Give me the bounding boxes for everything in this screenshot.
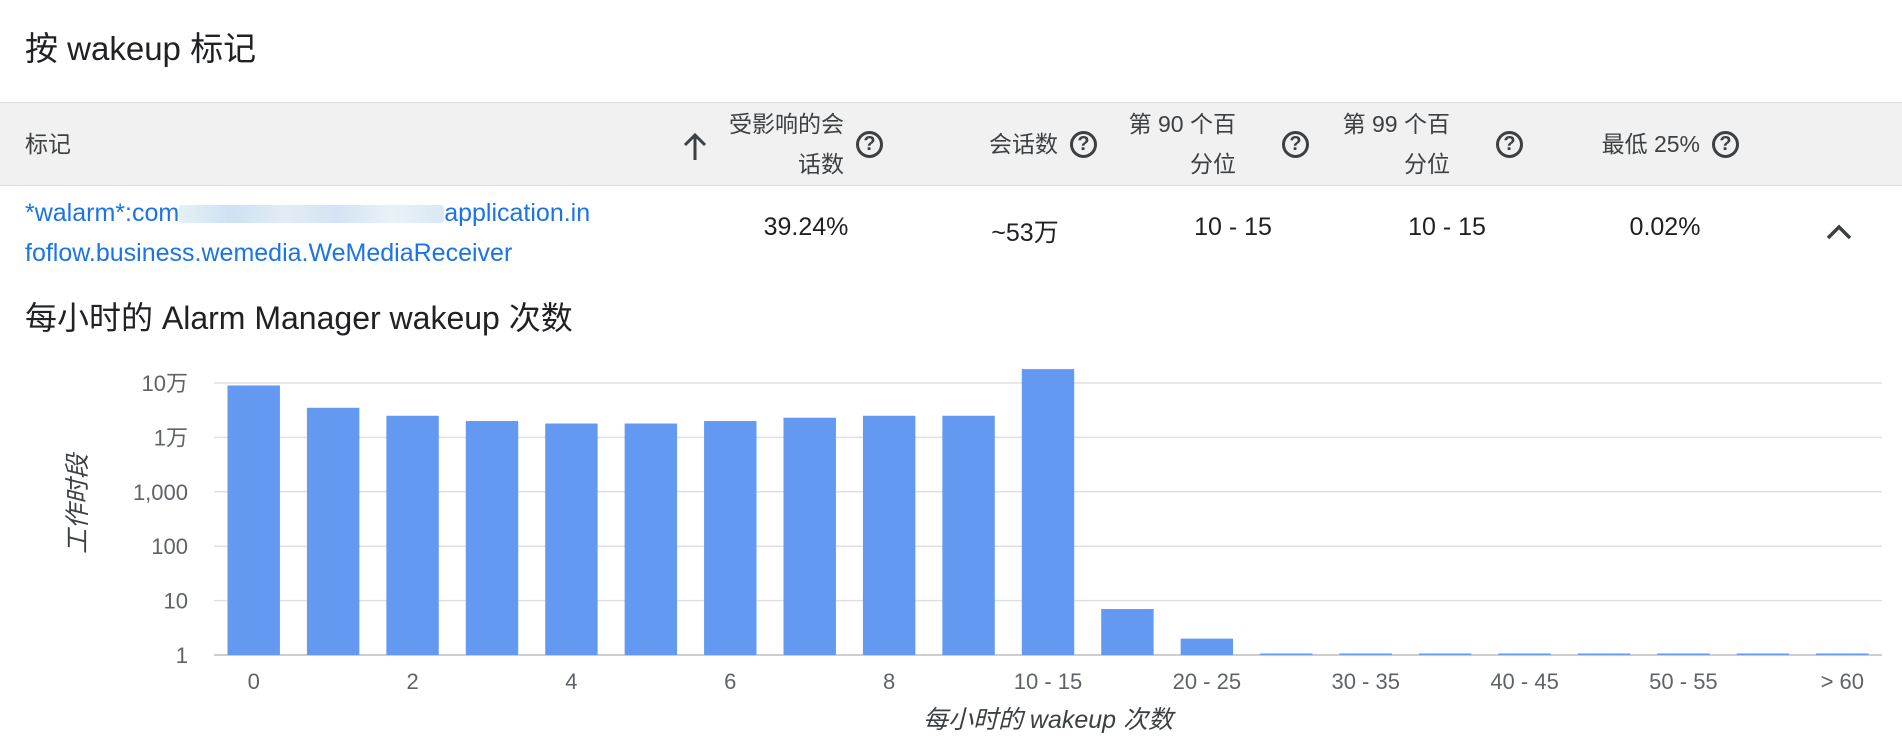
header-line: 分位 bbox=[1404, 151, 1450, 177]
x-tick-label: 6 bbox=[724, 669, 736, 694]
histogram-bar[interactable] bbox=[386, 415, 439, 655]
header-line: 话数 bbox=[798, 151, 844, 177]
histogram-bar[interactable] bbox=[1498, 653, 1551, 656]
header-line: 分位 bbox=[1190, 151, 1236, 177]
y-tick-label: 1 bbox=[176, 643, 188, 668]
tag-line2: foflow.business.wemedia.WeMediaReceiver bbox=[25, 239, 513, 267]
x-tick-label: 8 bbox=[883, 669, 895, 694]
help-icon[interactable]: ? bbox=[856, 131, 883, 158]
histogram-bar[interactable] bbox=[465, 421, 519, 655]
tag-prefix: *walarm*:com bbox=[25, 199, 180, 227]
x-tick-label: 30 - 35 bbox=[1331, 669, 1400, 694]
histogram-bar[interactable] bbox=[783, 417, 836, 655]
tag-link[interactable]: *walarm*:com application.in foflow.busine… bbox=[25, 193, 635, 273]
histogram-bar[interactable] bbox=[624, 423, 678, 655]
histogram-bar[interactable] bbox=[704, 421, 757, 655]
histogram-bar[interactable] bbox=[1418, 653, 1472, 656]
chevron-up-icon[interactable] bbox=[1825, 222, 1853, 242]
header-line: 会话数 bbox=[989, 131, 1058, 157]
histogram-bar[interactable] bbox=[227, 385, 280, 655]
chart-title: 每小时的 Alarm Manager wakeup 次数 bbox=[25, 300, 573, 336]
histogram-bar[interactable] bbox=[862, 415, 916, 655]
help-icon[interactable]: ? bbox=[1282, 131, 1309, 158]
histogram-bar[interactable] bbox=[942, 415, 995, 655]
y-axis-title: 工作时段 bbox=[64, 452, 92, 554]
cell-affected-sessions: 39.24% bbox=[763, 213, 849, 241]
x-tick-label: 0 bbox=[248, 669, 260, 694]
redacted-text bbox=[179, 205, 445, 224]
y-tick-label: 1万 bbox=[154, 425, 188, 450]
x-tick-label: 50 - 55 bbox=[1649, 669, 1718, 694]
histogram-bar[interactable] bbox=[1260, 653, 1313, 656]
section-title: 按 wakeup 标记 bbox=[25, 30, 257, 67]
cell-lowest25: 0.02% bbox=[1629, 213, 1701, 241]
header-line: 最低 25% bbox=[1601, 131, 1700, 157]
help-icon[interactable]: ? bbox=[1712, 131, 1739, 158]
histogram-bar[interactable] bbox=[1736, 653, 1790, 656]
y-tick-label: 10 bbox=[164, 589, 188, 614]
header-line: 第 99 个百 bbox=[1342, 111, 1450, 137]
x-tick-label: > 60 bbox=[1821, 669, 1864, 694]
histogram-bar[interactable] bbox=[1816, 653, 1869, 656]
cell-sessions: ~53万 bbox=[991, 219, 1059, 247]
x-tick-label: 40 - 45 bbox=[1490, 669, 1559, 694]
histogram-bar[interactable] bbox=[1339, 653, 1392, 656]
help-icon[interactable]: ? bbox=[1070, 131, 1097, 158]
x-axis-title: 每小时的 wakeup 次数 bbox=[923, 706, 1176, 734]
wakeup-histogram: 10万 1万 1,000 100 10 1 0 2 4 6 8 10 - 15 20 - 25 30 -… bbox=[64, 369, 1882, 734]
x-tick-label: 4 bbox=[565, 669, 577, 694]
x-tick-label: 20 - 25 bbox=[1173, 669, 1242, 694]
histogram-bar[interactable] bbox=[1021, 369, 1075, 655]
y-tick-label: 100 bbox=[151, 534, 188, 559]
histogram-bar[interactable] bbox=[1577, 653, 1631, 656]
column-header-tag[interactable]: 标记 bbox=[25, 124, 71, 164]
help-icon[interactable]: ? bbox=[1496, 131, 1523, 158]
histogram-bar[interactable] bbox=[1101, 609, 1154, 655]
x-tick-label: 2 bbox=[406, 669, 418, 694]
x-tick-label: 10 - 15 bbox=[1014, 669, 1083, 694]
cell-p99: 10 - 15 bbox=[1408, 213, 1486, 241]
histogram-bar[interactable] bbox=[306, 407, 360, 655]
histogram-bar[interactable] bbox=[545, 423, 598, 655]
cell-p90: 10 - 15 bbox=[1194, 213, 1272, 241]
header-line: 受影响的会 bbox=[729, 111, 844, 137]
y-tick-label: 1,000 bbox=[133, 480, 188, 505]
histogram-bar[interactable] bbox=[1180, 638, 1234, 655]
histogram-bar[interactable] bbox=[1657, 653, 1710, 656]
tag-suffix: application.in bbox=[444, 199, 591, 227]
y-tick-label: 10万 bbox=[142, 371, 188, 396]
header-line: 第 90 个百 bbox=[1128, 111, 1236, 137]
